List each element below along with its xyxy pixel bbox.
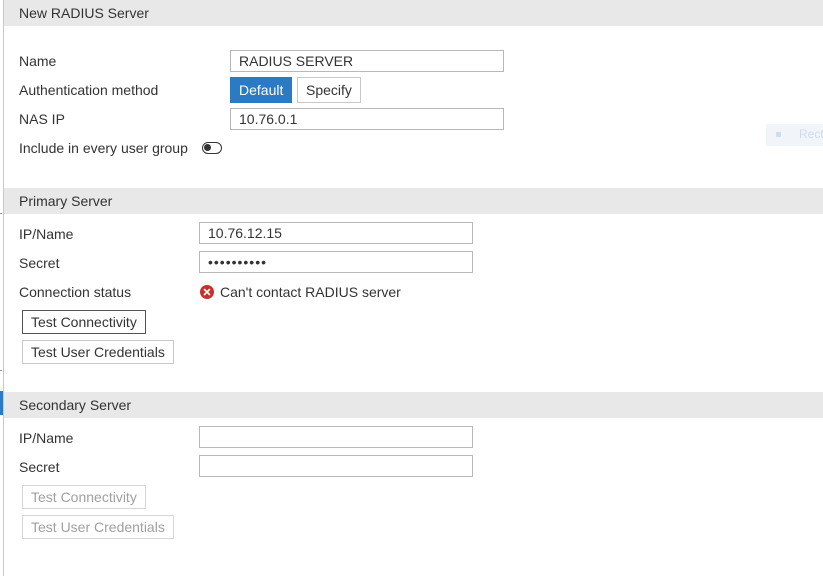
connection-status-label: Connection status — [19, 284, 132, 300]
secondary-server-header: Secondary Server — [4, 392, 823, 418]
primary-secret-input[interactable]: •••••••••• — [199, 251, 473, 273]
name-label: Name — [19, 53, 57, 69]
left-edge-tick — [0, 213, 2, 214]
left-edge-tick — [0, 370, 2, 371]
auth-method-label: Authentication method — [19, 82, 159, 98]
dialog-title: New RADIUS Server — [19, 5, 149, 21]
include-every-group-label: Include in every user group — [19, 140, 188, 156]
primary-test-credentials-button[interactable]: Test User Credentials — [22, 340, 174, 364]
primary-ip-input[interactable] — [199, 222, 473, 244]
primary-ip-label: IP/Name — [19, 226, 74, 242]
ghost-tooltip-text: Rect — [799, 127, 823, 141]
secondary-test-credentials-button[interactable]: Test User Credentials — [22, 515, 174, 539]
connection-status-text: Can't contact RADIUS server — [220, 284, 401, 300]
error-icon — [200, 285, 214, 299]
connection-status: Can't contact RADIUS server — [200, 284, 401, 300]
secondary-secret-label: Secret — [19, 459, 60, 475]
dialog-header: New RADIUS Server — [4, 0, 823, 26]
primary-secret-label: Secret — [19, 255, 60, 271]
ghost-rect-tooltip: Rect — [766, 124, 823, 146]
secondary-ip-input[interactable] — [199, 426, 473, 448]
auth-default-option[interactable]: Default — [230, 77, 293, 103]
toggle-knob — [204, 144, 211, 151]
primary-test-connectivity-button[interactable]: Test Connectivity — [22, 310, 146, 334]
include-every-group-toggle[interactable] — [202, 142, 222, 154]
name-input[interactable] — [230, 50, 504, 72]
secondary-ip-label: IP/Name — [19, 430, 74, 446]
primary-server-header: Primary Server — [4, 188, 823, 214]
new-radius-server-panel: New RADIUS Server Name Authentication me… — [3, 0, 823, 576]
rect-icon — [776, 132, 781, 137]
primary-server-title: Primary Server — [19, 193, 113, 209]
secondary-server-title: Secondary Server — [19, 397, 132, 413]
secondary-secret-input[interactable] — [199, 455, 473, 477]
secondary-test-connectivity-button[interactable]: Test Connectivity — [22, 485, 146, 509]
auth-specify-option[interactable]: Specify — [297, 77, 361, 103]
nas-ip-input[interactable] — [230, 108, 504, 130]
nas-ip-label: NAS IP — [19, 111, 65, 127]
